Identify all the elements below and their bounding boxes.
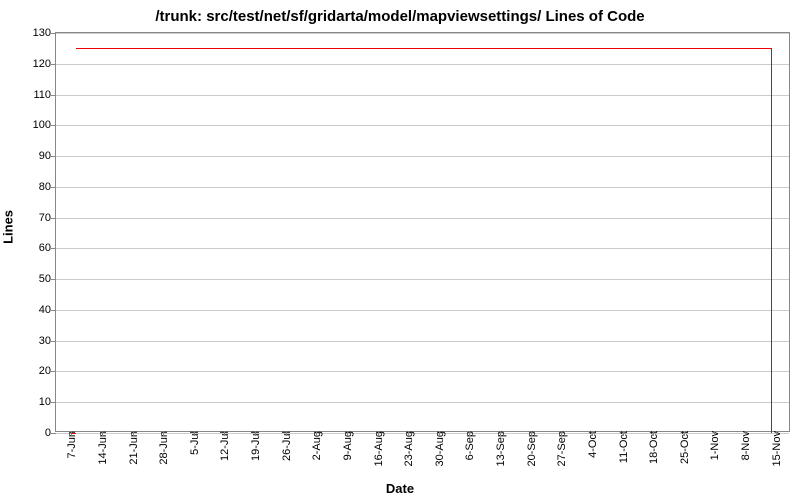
series-segment <box>71 433 75 434</box>
series-segment <box>771 48 772 433</box>
x-tick-label: 20-Sep <box>524 431 538 466</box>
loc-chart: /trunk: src/test/net/sf/gridarta/model/m… <box>0 0 800 500</box>
y-axis-label: Lines <box>1 210 16 244</box>
x-tick-label: 30-Aug <box>432 431 446 466</box>
x-tick-label: 28-Jun <box>156 431 170 465</box>
plot-area: 01020304050607080901001101201307-Jun14-J… <box>55 32 790 432</box>
chart-title: /trunk: src/test/net/sf/gridarta/model/m… <box>0 0 800 29</box>
x-tick-label: 16-Aug <box>371 431 385 466</box>
x-tick-label: 13-Sep <box>493 431 507 466</box>
x-axis-label: Date <box>386 481 414 496</box>
x-tick-label: 15-Nov <box>769 431 783 466</box>
x-tick-label: 23-Aug <box>401 431 415 466</box>
x-tick-label: 14-Jun <box>95 431 109 465</box>
x-tick-label: 27-Sep <box>554 431 568 466</box>
x-tick-label: 21-Jun <box>126 431 140 465</box>
series-segment <box>76 48 772 49</box>
